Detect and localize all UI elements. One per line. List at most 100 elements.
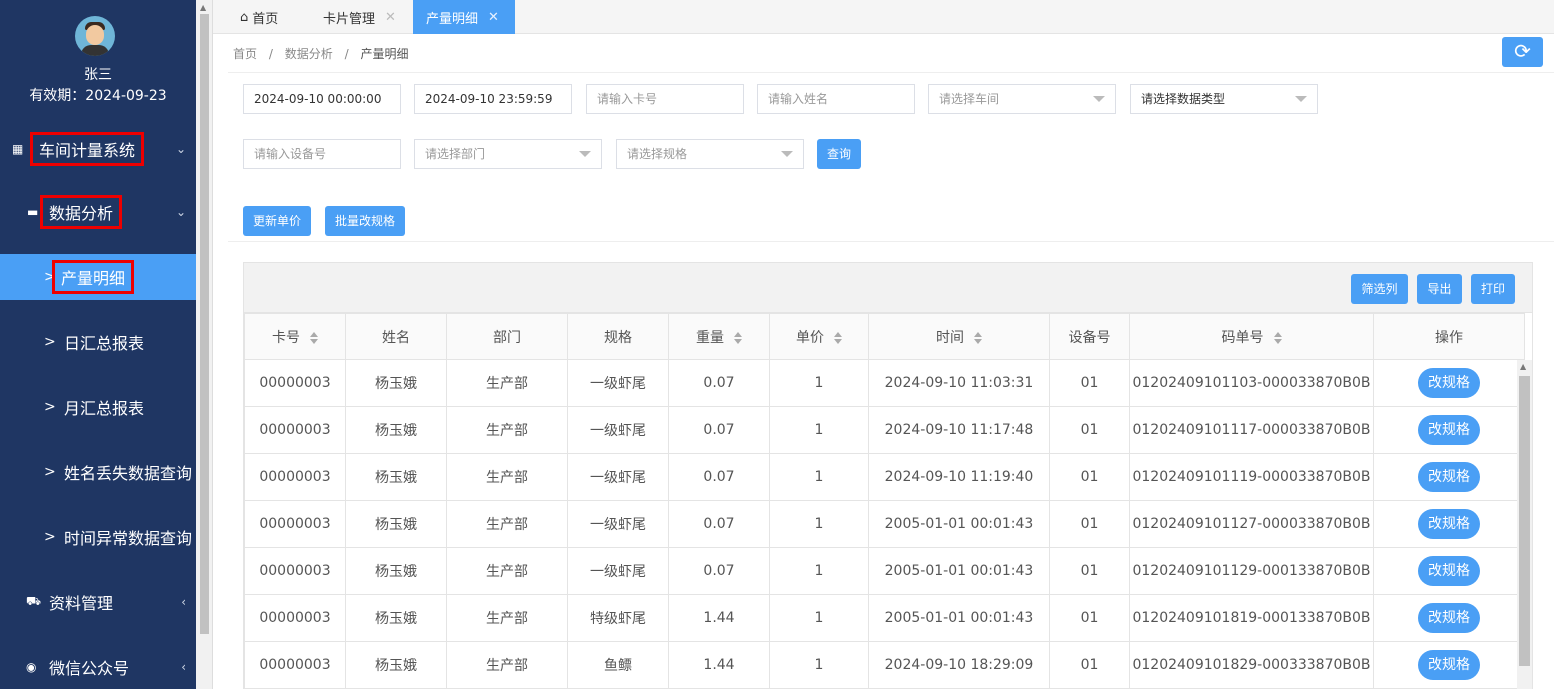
sort-icon (1273, 331, 1282, 344)
menu-workshop-system[interactable]: ▦ 车间计量系统 ⌄ (0, 126, 196, 172)
change-spec-button[interactable]: 改规格 (1418, 415, 1480, 445)
table-cell: 2024-09-10 18:29:09 (868, 641, 1050, 689)
home-icon: ⌂ (240, 9, 249, 25)
col-header-time[interactable]: 时间 (868, 313, 1050, 360)
menu-output-detail[interactable]: > 产量明细 (0, 254, 196, 300)
table-header-row: 卡号 姓名 部门 规格 重量 单价 时间 设备号 码单号 操作 (244, 313, 1525, 360)
refresh-icon: ⟳ (1514, 39, 1531, 63)
batch-change-spec-button[interactable]: 批量改规格 (325, 206, 405, 236)
breadcrumb-home[interactable]: 首页 (233, 47, 257, 61)
scrollbar-thumb[interactable] (1519, 376, 1530, 666)
breadcrumb-data-analysis[interactable]: 数据分析 (285, 47, 333, 61)
table-cell: 杨玉娥 (345, 594, 447, 642)
change-spec-button[interactable]: 改规格 (1418, 650, 1480, 680)
refresh-button[interactable]: ⟳ (1502, 37, 1543, 67)
col-header-price[interactable]: 单价 (769, 313, 869, 360)
table-scrollbar[interactable]: ▲ (1517, 360, 1532, 689)
table-cell: 01202409101829-000333870B0B (1129, 641, 1374, 689)
table-cell: 01202409101129-000133870B0B (1129, 547, 1374, 595)
menu-label: 车间计量系统 (30, 132, 145, 166)
table-row: 00000003 杨玉娥 生产部 特级虾尾 1.44 1 2005-01-01 00:01:… (244, 594, 1525, 642)
wechat-icon: ◉ (26, 660, 37, 674)
col-header-code[interactable]: 码单号 (1129, 313, 1374, 360)
change-spec-button[interactable]: 改规格 (1418, 462, 1480, 492)
table-cell: 01 (1049, 641, 1130, 689)
change-spec-button[interactable]: 改规格 (1418, 368, 1480, 398)
table-cell: 杨玉娥 (345, 547, 447, 595)
workshop-select[interactable]: 请选择车间 (928, 84, 1116, 114)
name-input[interactable]: 请输入姓名 (757, 84, 915, 114)
start-time-input[interactable]: 2024-09-10 00:00:00 (243, 84, 401, 114)
menu-label: 资料管理 (49, 594, 114, 613)
tab-output-detail[interactable]: 产量明细 ✕ (413, 0, 515, 34)
spec-select[interactable]: 请选择规格 (616, 139, 804, 169)
card-number-input[interactable]: 请输入卡号 (586, 84, 744, 114)
chevron-left-icon: ‹ (181, 595, 186, 609)
table-cell: 2005-01-01 00:01:43 (868, 500, 1050, 548)
scrollbar-thumb[interactable] (200, 14, 209, 634)
menu-daily-report[interactable]: > 日汇总报表 (0, 319, 196, 365)
chevron-down-icon (1093, 96, 1105, 102)
table-cell: 01 (1049, 359, 1130, 407)
table-row: 00000003 杨玉娥 生产部 一级虾尾 0.07 1 2024-09-10 11:19:… (244, 453, 1525, 501)
change-spec-button[interactable]: 改规格 (1418, 509, 1480, 539)
chevron-right-icon: > (44, 334, 56, 350)
query-button[interactable]: 查询 (817, 139, 861, 169)
table-cell: 2024-09-10 11:19:40 (868, 453, 1050, 501)
breadcrumb: 首页 / 数据分析 / 产量明细 (233, 45, 408, 62)
close-icon[interactable]: ✕ (488, 10, 499, 25)
avatar[interactable] (75, 16, 115, 56)
end-time-input[interactable]: 2024-09-10 23:59:59 (414, 84, 572, 114)
menu-name-missing-query[interactable]: > 姓名丢失数据查询 (0, 449, 196, 495)
data-type-select[interactable]: 请选择数据类型 (1130, 84, 1318, 114)
table-cell: 鱼鳔 (567, 641, 669, 689)
table-row: 00000003 杨玉娥 生产部 一级虾尾 0.07 1 2024-09-10 11:17:… (244, 406, 1525, 454)
close-icon[interactable]: ✕ (385, 10, 396, 25)
data-type-select-placeholder: 请选择数据类型 (1141, 92, 1226, 106)
table-cell: 生产部 (446, 594, 568, 642)
menu-data-management[interactable]: ⛟ 资料管理 ‹ (0, 579, 196, 625)
menu-wechat[interactable]: ◉ 微信公众号 ‹ (0, 644, 196, 690)
chevron-down-icon (1295, 96, 1307, 102)
department-select[interactable]: 请选择部门 (414, 139, 602, 169)
export-button[interactable]: 导出 (1417, 274, 1462, 304)
table-cell: 杨玉娥 (345, 453, 447, 501)
table-cell-action: 改规格 (1373, 547, 1525, 595)
menu-data-analysis[interactable]: ▬ 数据分析 ⌄ (0, 189, 196, 235)
chevron-right-icon: > (44, 464, 56, 480)
tab-card-management[interactable]: 卡片管理 ✕ (323, 0, 396, 34)
col-header-action: 操作 (1373, 313, 1525, 360)
scroll-up-icon[interactable]: ▲ (200, 3, 206, 12)
table-cell: 杨玉娥 (345, 500, 447, 548)
user-expiry: 有效期：2024-09-23 (29, 88, 167, 104)
menu-monthly-report[interactable]: > 月汇总报表 (0, 384, 196, 430)
table-cell: 生产部 (446, 406, 568, 454)
table-cell: 1 (769, 594, 869, 642)
monitor-icon: ▬ (27, 205, 39, 219)
print-button[interactable]: 打印 (1471, 274, 1515, 304)
chevron-down-icon: ⌄ (175, 205, 186, 219)
menu-time-anomaly-query[interactable]: > 时间异常数据查询 (0, 514, 196, 560)
update-price-button[interactable]: 更新单价 (243, 206, 311, 236)
scroll-up-icon[interactable]: ▲ (1520, 362, 1526, 371)
table-cell: 一级虾尾 (567, 547, 669, 595)
tab-home[interactable]: ⌂ 首页 (240, 0, 278, 34)
table-cell: 一级虾尾 (567, 359, 669, 407)
device-number-input[interactable]: 请输入设备号 (243, 139, 401, 169)
col-header-weight[interactable]: 重量 (668, 313, 770, 360)
table-cell: 生产部 (446, 500, 568, 548)
table-cell: 01 (1049, 547, 1130, 595)
table-row: 00000003 杨玉娥 生产部 一级虾尾 0.07 1 2024-09-10 11:03:… (244, 359, 1525, 407)
col-header-card[interactable]: 卡号 (244, 313, 346, 360)
table-cell: 一级虾尾 (567, 453, 669, 501)
table-cell: 1 (769, 500, 869, 548)
menu-label: 数据分析 (40, 195, 123, 229)
sidebar-scrollbar[interactable]: ▲ (196, 0, 213, 689)
filter-columns-button[interactable]: 筛选列 (1351, 274, 1408, 304)
breadcrumb-current: 产量明细 (360, 47, 409, 61)
sort-icon (974, 331, 982, 344)
table-cell: 1 (769, 641, 869, 689)
table-cell: 01202409101127-000033870B0B (1129, 500, 1374, 548)
change-spec-button[interactable]: 改规格 (1418, 556, 1480, 586)
change-spec-button[interactable]: 改规格 (1418, 603, 1480, 633)
